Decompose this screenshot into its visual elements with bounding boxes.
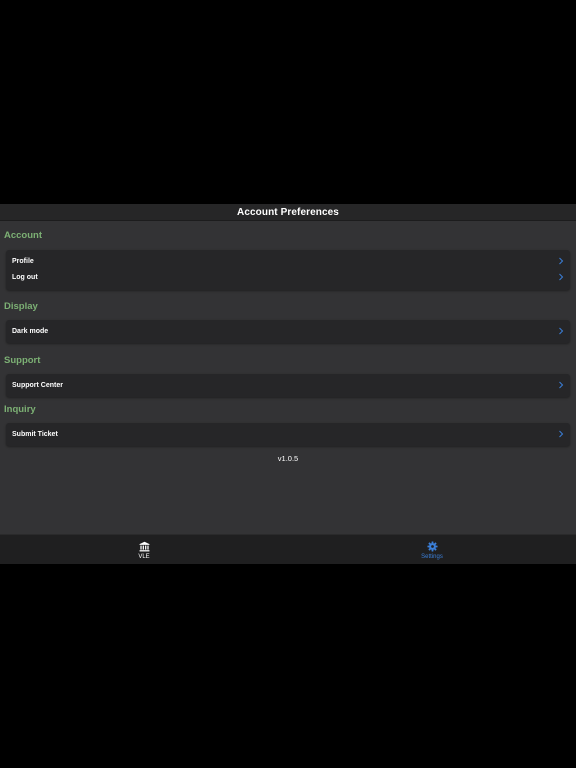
- tab-settings[interactable]: Settings: [288, 535, 576, 565]
- dark-mode-row[interactable]: Dark mode: [6, 324, 570, 338]
- section-title-display: Display: [4, 301, 38, 312]
- page-title: Account Preferences: [237, 206, 339, 218]
- submit-ticket-row[interactable]: Submit Ticket: [6, 427, 570, 441]
- tab-bar: VLE Settings: [0, 534, 576, 564]
- support-center-row[interactable]: Support Center: [6, 378, 570, 392]
- bank-icon: [139, 541, 149, 551]
- profile-row[interactable]: Profile: [6, 254, 570, 268]
- chevron-right-icon: [559, 257, 564, 265]
- account-card: Profile Log out: [6, 250, 570, 290]
- profile-label: Profile: [12, 257, 34, 265]
- submit-ticket-label: Submit Ticket: [12, 430, 58, 438]
- chevron-right-icon: [559, 327, 564, 335]
- gear-icon: [426, 540, 438, 552]
- chevron-right-icon: [559, 430, 564, 438]
- logout-row[interactable]: Log out: [6, 270, 570, 284]
- inquiry-card: Submit Ticket: [6, 423, 570, 446]
- section-title-support: Support: [4, 355, 41, 366]
- support-center-label: Support Center: [12, 381, 63, 389]
- dark-mode-label: Dark mode: [12, 327, 49, 335]
- section-title-account: Account: [4, 230, 42, 241]
- header-bar: Account Preferences: [0, 204, 576, 221]
- chevron-right-icon: [559, 273, 564, 281]
- display-card: Dark mode: [6, 320, 570, 343]
- tab-settings-label: Settings: [421, 553, 443, 560]
- version-label: v1.0.5: [277, 454, 299, 463]
- logout-label: Log out: [12, 273, 38, 281]
- section-title-inquiry: Inquiry: [4, 404, 36, 415]
- tab-vle-label: VLE: [138, 553, 150, 560]
- support-card: Support Center: [6, 374, 570, 397]
- tab-vle[interactable]: VLE: [0, 535, 288, 565]
- settings-screen: Account Preferences Account Profile Log …: [0, 204, 576, 564]
- chevron-right-icon: [559, 381, 564, 389]
